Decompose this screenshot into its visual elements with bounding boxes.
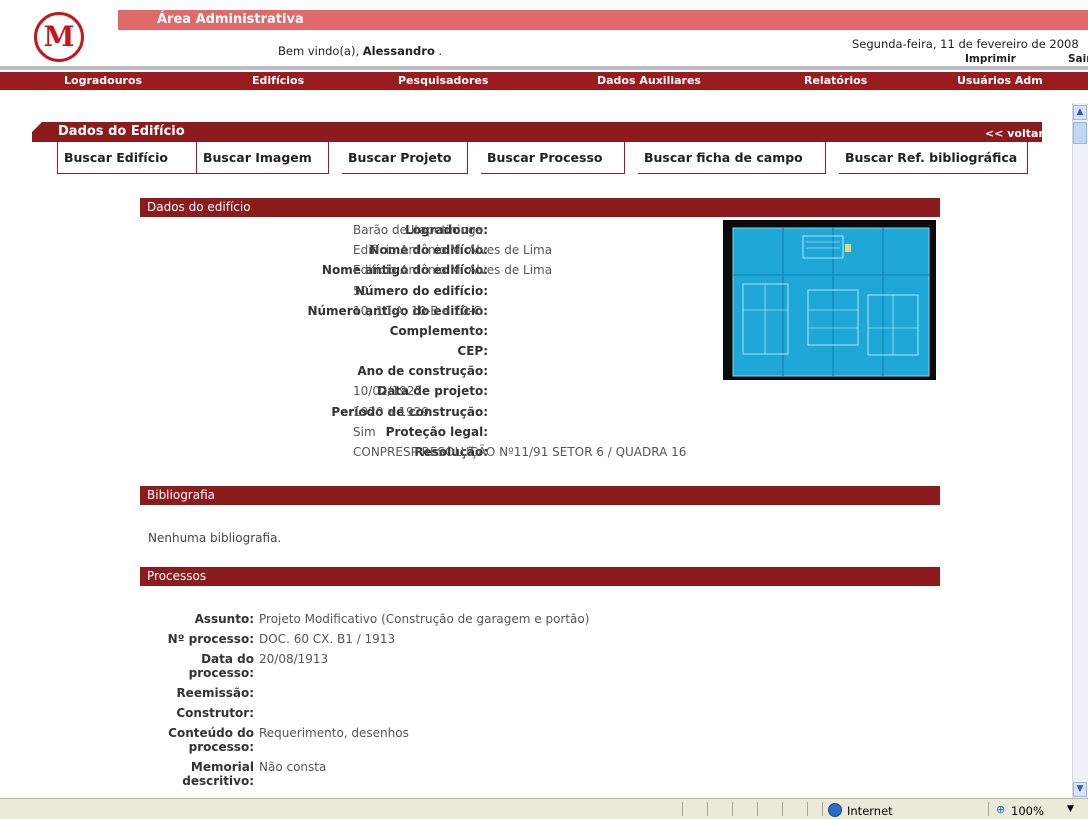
field-value: 1920 a 1929 <box>353 405 430 419</box>
nav-item-usuarios-adm[interactable]: Usuários Adm <box>957 74 1043 87</box>
tab-buscar-ficha-de-campo[interactable]: Buscar ficha de campo <box>638 142 826 174</box>
vertical-scrollbar[interactable] <box>1072 103 1088 798</box>
building-photo[interactable] <box>723 220 936 380</box>
globe-icon <box>828 803 842 817</box>
scroll-up-button[interactable]: ▲ <box>1073 105 1087 120</box>
field-value: Barão de Itapetininga <box>353 223 483 237</box>
status-divider <box>782 802 783 816</box>
status-divider <box>682 802 683 816</box>
bibliography-panel-header <box>140 486 940 505</box>
status-divider <box>707 802 708 816</box>
security-zone: Internet <box>847 804 893 818</box>
building-panel-title: Dados do edifício <box>147 200 251 214</box>
nav-item-dados-auxiliares[interactable]: Dados Auxiliares <box>597 74 701 87</box>
welcome-suffix: . <box>434 44 443 58</box>
status-bar <box>0 798 1088 819</box>
process-field-label: Construtor: <box>176 706 254 720</box>
process-field-label: Assunto: <box>194 612 254 626</box>
process-field-label: Conteúdo do processo: <box>168 726 254 754</box>
logout-link[interactable]: Sair <box>1068 53 1088 65</box>
field-value: 10, 10-A, 10-B e 10-C <box>353 304 482 318</box>
status-divider <box>822 802 823 816</box>
process-field-value: Requerimento, desenhos <box>259 726 409 740</box>
field-row: Proteção legal: Sim <box>140 422 940 442</box>
process-field-value: Não consta <box>259 760 327 774</box>
nav-item-pesquisadores[interactable]: Pesquisadores <box>398 74 488 87</box>
process-field-label: Reemissão: <box>176 686 254 700</box>
main-nav <box>0 72 1088 90</box>
bibliography-empty-message: Nenhuma bibliografia. <box>148 531 282 545</box>
status-divider <box>807 802 808 816</box>
process-field-label: Memorial descritivo: <box>182 760 254 788</box>
section-header-notch <box>32 122 42 132</box>
zoom-level[interactable]: 100% <box>1011 804 1044 818</box>
header-divider <box>0 66 1088 70</box>
field-value: CONPRESP RESOLUÇÃO Nº11/91 SETOR 6 / QUA… <box>353 445 687 459</box>
field-value: 50 <box>353 284 369 298</box>
field-label: Complemento: <box>389 324 488 338</box>
field-row: Período de construção: 1920 a 1929 <box>140 402 940 422</box>
field-value: Sim <box>353 425 376 439</box>
user-name: Alessandro <box>362 44 435 58</box>
field-value: 10/02/1925 <box>353 384 423 398</box>
section-title: Dados do Edifício <box>58 124 185 139</box>
tab-buscar-imagem[interactable]: Buscar Imagem <box>197 142 329 174</box>
status-divider <box>988 802 989 816</box>
zoom-icon[interactable]: ⊕ <box>996 803 1005 816</box>
field-label: CEP: <box>457 344 488 358</box>
scroll-thumb[interactable] <box>1073 122 1087 144</box>
current-date: Segunda-feira, 11 de fevereiro de 2008 <box>852 37 1079 51</box>
process-field-value: 20/08/1913 <box>259 652 329 666</box>
welcome-prefix: Bem vindo(a), <box>278 44 363 58</box>
status-divider <box>732 802 733 816</box>
field-value: Edifício Antônio M. Alves de Lima <box>353 243 553 257</box>
nav-item-relatorios[interactable]: Relatórios <box>804 74 867 87</box>
nav-item-edificios[interactable]: Edifícios <box>252 74 304 87</box>
blueprint-image <box>723 220 936 380</box>
tab-buscar-ref-bibliografica[interactable]: Buscar Ref. bibliográfica <box>839 142 1028 174</box>
tab-buscar-processo[interactable]: Buscar Processo <box>481 142 625 174</box>
processes-panel-title: Processos <box>147 569 207 583</box>
field-value: Edifício Antônio M. Alves de Lima <box>353 263 553 277</box>
process-field-value: Projeto Modificativo (Construção de gara… <box>259 612 590 626</box>
field-row: Data de projeto: 10/02/1925 <box>140 381 940 401</box>
area-title: Área Administrativa <box>157 12 304 27</box>
logo: M <box>34 12 84 62</box>
status-divider <box>757 802 758 816</box>
process-field-label: Nº processo: <box>167 632 254 646</box>
back-link[interactable]: << voltar <box>985 127 1044 140</box>
chevron-down-icon[interactable]: ▼ <box>1067 804 1074 814</box>
process-field-value: DOC. 60 CX. B1 / 1913 <box>259 632 396 646</box>
field-row: Resolução: CONPRESP RESOLUÇÃO Nº11/91 SE… <box>140 442 940 462</box>
scroll-down-button[interactable]: ▼ <box>1073 782 1087 797</box>
tab-buscar-projeto[interactable]: Buscar Projeto <box>342 142 468 174</box>
bibliography-panel-title: Bibliografia <box>147 488 216 502</box>
field-label: Ano de construção: <box>357 364 488 378</box>
welcome-message: Bem vindo(a), Alessandro . <box>278 44 442 58</box>
field-label: Proteção legal: <box>385 425 488 439</box>
process-field-label: Data do processo: <box>188 652 254 680</box>
building-panel-header <box>140 198 940 217</box>
tab-buscar-edificio[interactable]: Buscar Edifício <box>57 142 197 174</box>
processes-panel-header <box>140 567 940 586</box>
nav-item-logradouros[interactable]: Logradouros <box>64 74 142 87</box>
field-label: Número do edifício: <box>354 284 488 298</box>
print-link[interactable]: Imprimir <box>965 53 1016 65</box>
